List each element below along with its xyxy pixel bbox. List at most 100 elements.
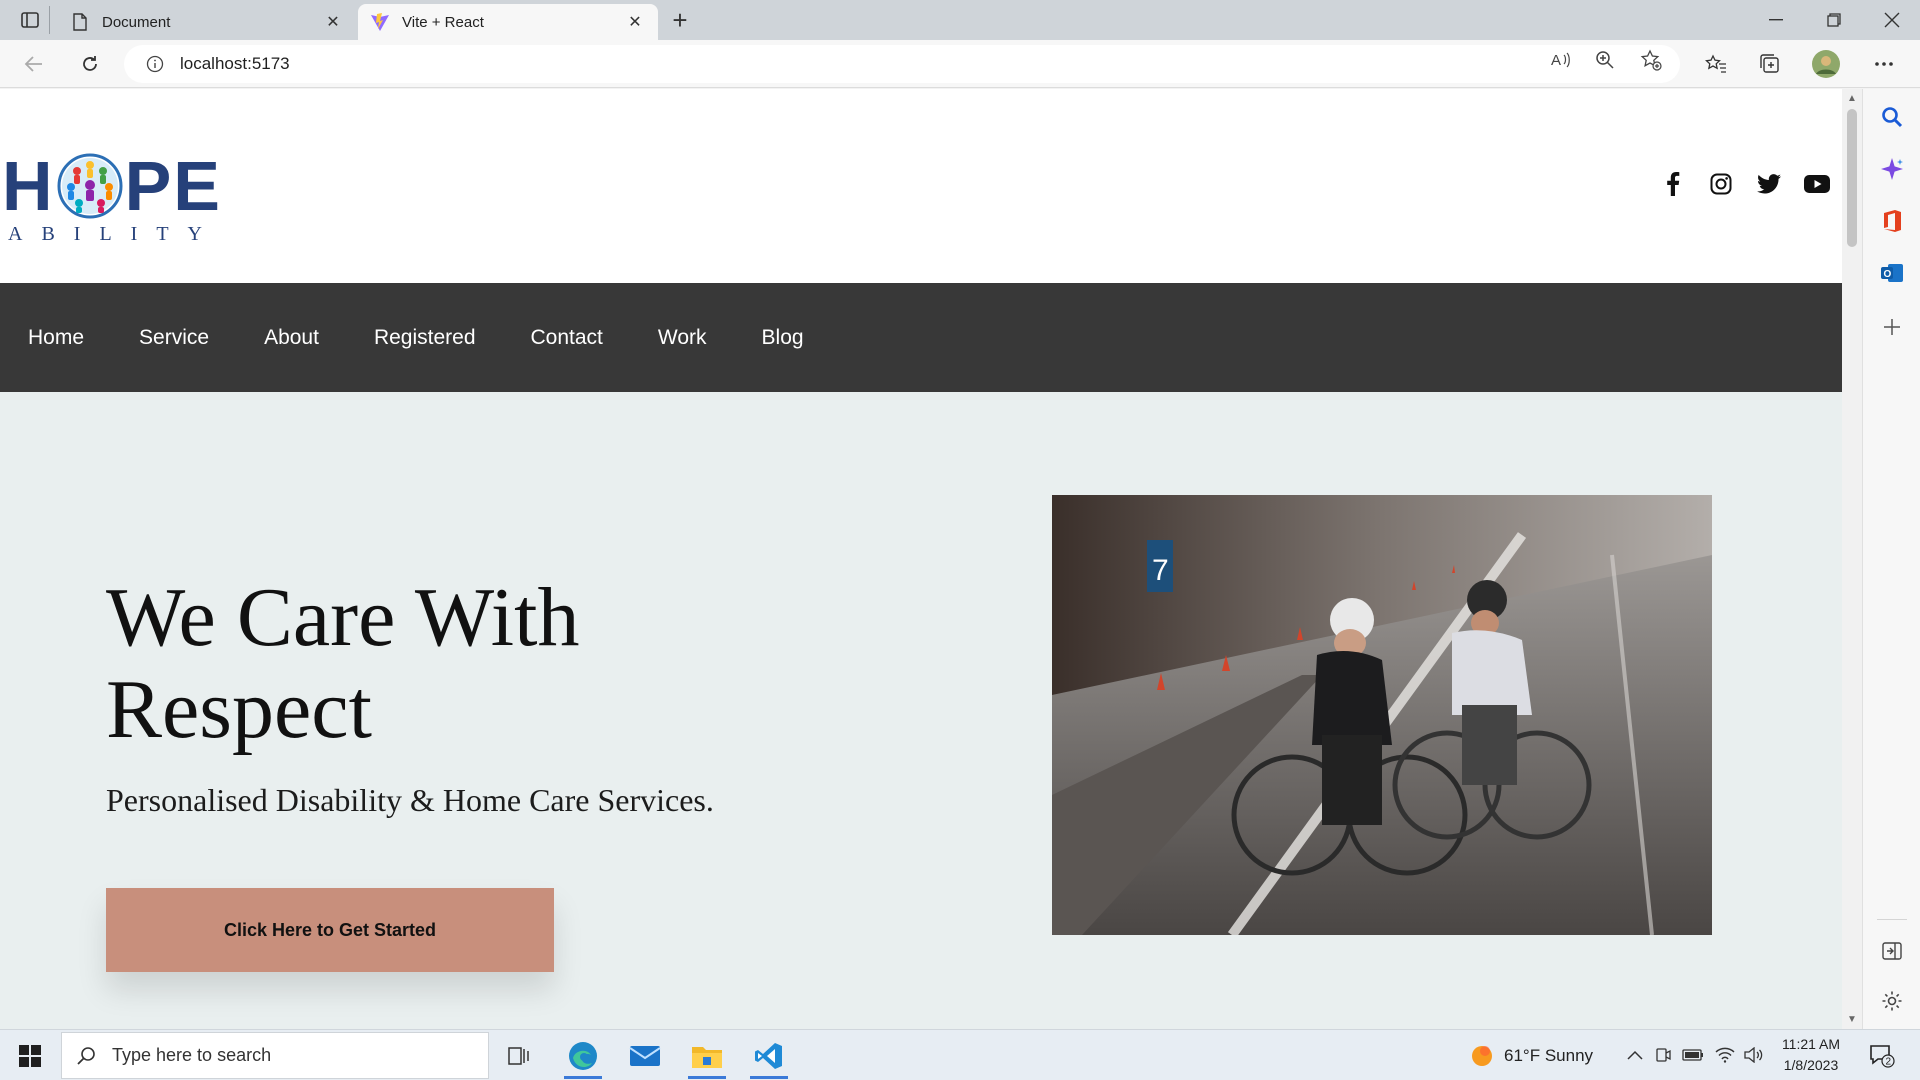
copilot-icon[interactable] (1878, 155, 1906, 183)
refresh-icon (83, 56, 97, 71)
zoom-icon[interactable] (1592, 47, 1618, 73)
hide-sidebar-icon[interactable] (1878, 937, 1906, 965)
mail-icon (629, 1045, 661, 1066)
instagram-icon[interactable] (1708, 171, 1734, 197)
task-view-button[interactable] (490, 1032, 548, 1079)
nav-work[interactable]: Work (658, 326, 707, 350)
svg-text:7: 7 (1152, 554, 1169, 587)
restore-icon (1827, 13, 1841, 27)
nav-blog[interactable]: Blog (762, 326, 804, 350)
weather-text: 61°F Sunny (1504, 1045, 1594, 1065)
task-view-icon (508, 1046, 529, 1065)
wifi-icon[interactable] (1714, 1044, 1736, 1066)
taskbar-edge[interactable] (554, 1032, 612, 1079)
vite-logo-icon (370, 12, 390, 32)
windows-taskbar: Type here to search 61°F Sunny 11:21 AM … (0, 1029, 1920, 1080)
hope-ability-logo[interactable]: H PE ABILITY (2, 151, 220, 251)
minimize-icon (1769, 19, 1783, 21)
notification-icon: 2 (1870, 1045, 1895, 1068)
close-tab-icon[interactable]: ✕ (322, 11, 344, 33)
collections-button[interactable] (1754, 48, 1786, 80)
sunny-weather-icon (1472, 1045, 1492, 1066)
close-tab-icon[interactable]: ✕ (624, 11, 646, 33)
nav-contact[interactable]: Contact (531, 326, 603, 350)
add-sidebar-app-icon[interactable] (1878, 313, 1906, 341)
browser-toolbar: localhost:5173 A (0, 40, 1920, 88)
volume-icon[interactable] (1742, 1044, 1764, 1066)
nav-home[interactable]: Home (28, 326, 84, 350)
edge-browser-icon (569, 1041, 597, 1070)
search-placeholder: Type here to search (112, 1045, 272, 1065)
taskbar-file-explorer[interactable] (678, 1032, 736, 1079)
site-info-icon[interactable] (144, 53, 166, 75)
sidebar-divider (1877, 919, 1907, 920)
scroll-up-icon[interactable]: ▲ (1847, 93, 1857, 104)
battery-icon[interactable] (1682, 1044, 1704, 1066)
get-started-button[interactable]: Click Here to Get Started (106, 888, 554, 972)
meet-now-icon[interactable] (1652, 1044, 1674, 1066)
restore-button[interactable] (1806, 0, 1862, 40)
sidebar-search-icon[interactable] (1878, 103, 1906, 131)
address-bar[interactable]: localhost:5173 (124, 45, 1680, 83)
url-text: localhost:5173 (180, 54, 290, 73)
office-icon[interactable] (1878, 207, 1906, 235)
weather-widget[interactable]: 61°F Sunny (1470, 1030, 1593, 1080)
favorites-icon (1705, 54, 1726, 73)
tab-vite-react[interactable]: Vite + React ✕ (358, 4, 658, 40)
hero-image-wheelchair-racers: 7 (1052, 495, 1712, 935)
youtube-icon[interactable] (1804, 171, 1830, 197)
twitter-icon[interactable] (1756, 171, 1782, 197)
more-icon (1875, 62, 1893, 66)
read-aloud-icon[interactable]: A (1548, 47, 1574, 73)
scrollbar-thumb[interactable] (1847, 109, 1857, 247)
sidebar-settings-icon[interactable] (1878, 987, 1906, 1015)
taskbar-search-box[interactable]: Type here to search (61, 1032, 489, 1079)
social-links (1660, 171, 1830, 197)
logo-wordmark: H PE (2, 151, 222, 221)
add-favorite-icon[interactable] (1638, 47, 1664, 73)
search-icon (76, 1045, 98, 1067)
scroll-down-icon[interactable]: ▼ (1847, 1014, 1857, 1025)
hero-section: We Care With Respect Personalised Disabi… (0, 392, 1842, 1029)
settings-more-button[interactable] (1868, 48, 1900, 80)
outlook-icon[interactable]: O (1878, 259, 1906, 287)
tab-actions-button[interactable] (10, 6, 50, 34)
windows-logo-icon (19, 1045, 41, 1067)
collections-icon (1760, 54, 1779, 73)
new-tab-button[interactable]: + (666, 5, 694, 35)
clock-time: 11:21 AM (1781, 1036, 1841, 1052)
folder-icon (692, 1046, 722, 1068)
nav-registered[interactable]: Registered (374, 326, 476, 350)
browser-tab-strip: Document ✕ Vite + React ✕ + (0, 0, 1920, 40)
site-header: H PE ABILITY (0, 89, 1842, 283)
back-button[interactable] (18, 48, 50, 80)
tab-actions-icon (20, 12, 39, 28)
facebook-icon[interactable] (1660, 171, 1686, 197)
nav-about[interactable]: About (264, 326, 319, 350)
start-button[interactable] (12, 1040, 48, 1072)
taskbar-mail[interactable] (616, 1032, 674, 1079)
logo-letter-h: H (2, 147, 55, 225)
close-icon (1884, 12, 1900, 28)
logo-letters-pe: PE (124, 147, 222, 225)
logo-subtitle: ABILITY (8, 223, 221, 245)
svg-text:O: O (1884, 269, 1892, 280)
nav-service[interactable]: Service (139, 326, 209, 350)
tab-title: Vite + React (402, 13, 484, 31)
minimize-button[interactable] (1748, 0, 1804, 40)
notifications-button[interactable]: 2 (1866, 1040, 1898, 1072)
taskbar-vscode[interactable] (740, 1032, 798, 1079)
back-arrow-icon (24, 56, 42, 72)
globe-people-icon (57, 153, 123, 219)
page-scrollbar[interactable]: ▲ ▼ (1842, 89, 1862, 1029)
system-clock[interactable]: 11:21 AM 1/8/2023 (1770, 1034, 1852, 1076)
show-hidden-icons-icon[interactable] (1624, 1044, 1646, 1066)
profile-avatar[interactable] (1810, 48, 1842, 80)
tab-document[interactable]: Document ✕ (58, 4, 356, 40)
notification-count: 2 (1886, 1057, 1892, 1068)
vscode-icon (755, 1042, 782, 1069)
refresh-button[interactable] (74, 48, 106, 80)
favorites-button[interactable] (1700, 48, 1732, 80)
close-window-button[interactable] (1864, 0, 1920, 40)
clock-date: 1/8/2023 (1783, 1057, 1839, 1073)
